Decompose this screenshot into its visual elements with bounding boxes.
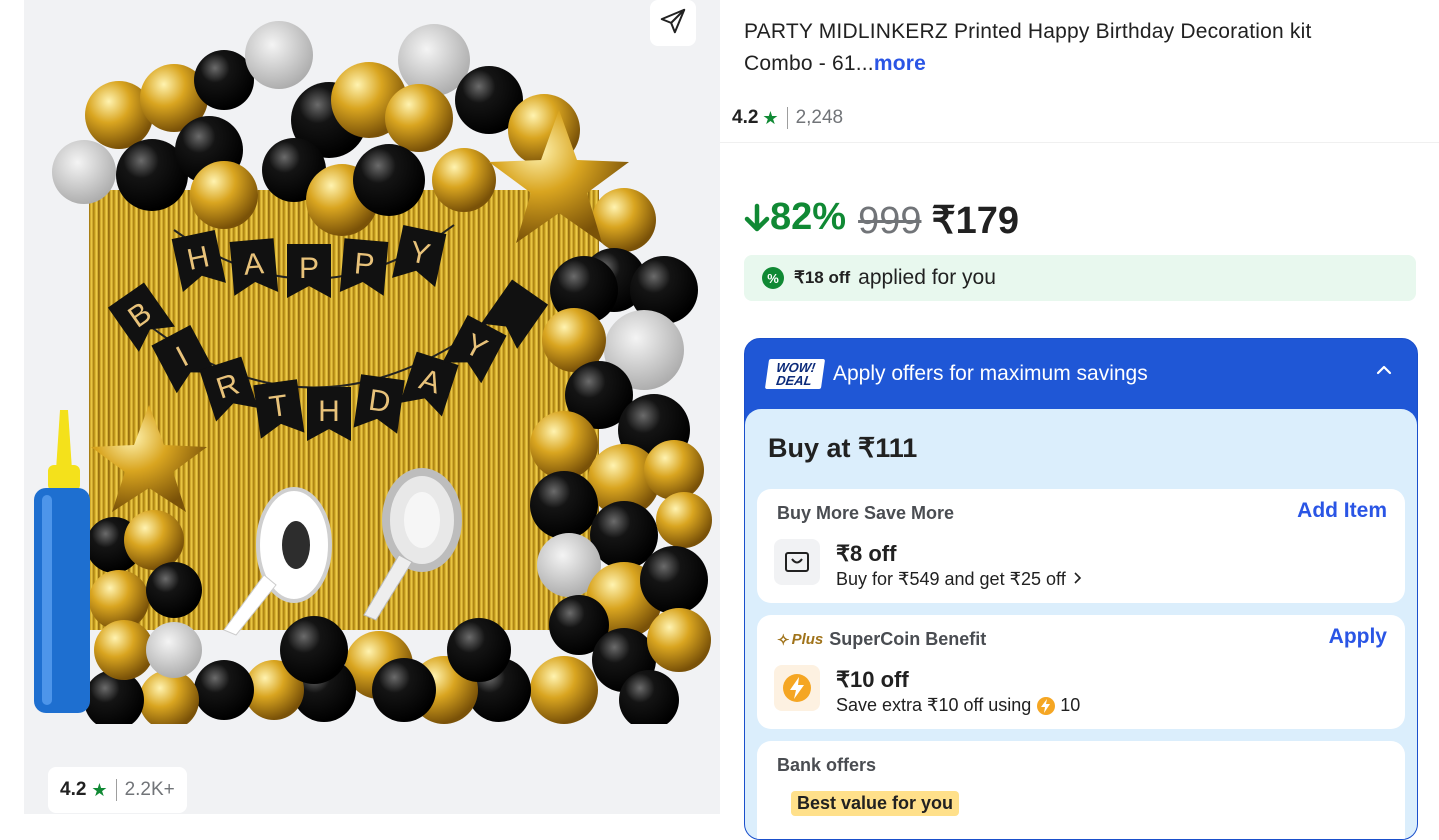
plus-badge: ✧ Plus	[777, 631, 823, 649]
discount-value: 82%	[770, 196, 847, 238]
offer-amount: ₹10 off	[836, 667, 909, 692]
product-details: PARTY MIDLINKERZ Printed Happy Birthday …	[720, 0, 1439, 840]
star-icon: ★	[762, 107, 779, 128]
balloon	[647, 608, 711, 672]
image-rating-badge[interactable]: 4.2 ★ 2.2K+	[48, 767, 187, 813]
balloon	[146, 622, 202, 678]
buy-at-price: Buy at ₹111	[768, 433, 918, 463]
offer-card-title-text: SuperCoin Benefit	[829, 629, 987, 649]
image-rating-count: 2.2K+	[124, 779, 175, 800]
balloon	[124, 510, 184, 570]
balloon	[644, 440, 704, 500]
arrow-down-icon	[744, 203, 770, 231]
rating-summary[interactable]: 4.2 ★ 2,248	[732, 104, 843, 132]
chevron-right-icon[interactable]	[1072, 569, 1082, 590]
balloon	[447, 618, 511, 682]
svg-text:P: P	[353, 247, 376, 282]
offer-card-bank[interactable]: Bank offers Best value for you	[757, 741, 1405, 839]
plus-badge-text: Plus	[791, 631, 824, 648]
svg-text:A: A	[242, 247, 265, 282]
share-icon	[658, 6, 688, 41]
share-button[interactable]	[650, 0, 696, 46]
balloon	[530, 411, 598, 479]
balloon	[146, 562, 202, 618]
more-link[interactable]: more	[874, 52, 926, 75]
offers-panel: WOW! DEAL Apply offers for maximum savin…	[744, 338, 1418, 840]
product-image[interactable]: H A P P YBIRT H DAY	[24, 0, 720, 724]
balloon	[353, 144, 425, 216]
offer-card-title: ✧ Plus SuperCoin Benefit	[777, 629, 986, 650]
star-icon: ★	[91, 779, 108, 800]
chevron-up-icon[interactable]	[1375, 361, 1393, 385]
product-gallery: HAPPYBIRTHDAY 4.2 ★ 2.2K+	[24, 0, 720, 814]
supercoin-icon	[774, 665, 820, 711]
svg-text:D: D	[366, 384, 392, 420]
plus-diamond-icon: ✧	[777, 631, 790, 649]
offer-card-supercoin[interactable]: ✧ Plus SuperCoin Benefit Apply ₹10 off Sa…	[757, 615, 1405, 729]
balloon	[530, 471, 598, 539]
balloon	[280, 616, 348, 684]
balloon	[656, 492, 712, 548]
balloon	[194, 660, 254, 720]
bag-icon	[774, 539, 820, 585]
offer-description-text: Buy for ₹549 and get ₹25 off	[836, 569, 1066, 589]
best-value-tag: Best value for you	[791, 791, 960, 816]
add-item-button[interactable]: Add Item	[1297, 499, 1387, 523]
balloon	[530, 656, 598, 724]
applied-amount: ₹18 off	[794, 268, 851, 287]
balloon	[432, 148, 496, 212]
divider	[115, 779, 117, 801]
offer-card-buy-more[interactable]: Buy More Save More Add Item ₹8 off Buy f…	[757, 489, 1405, 603]
price-block: 82% 999 ₹179	[744, 196, 1019, 243]
offers-header[interactable]: WOW! DEAL Apply offers for maximum savin…	[745, 339, 1417, 409]
apply-button[interactable]: Apply	[1329, 625, 1387, 649]
balloon	[190, 161, 258, 229]
offer-card-title: Buy More Save More	[777, 503, 955, 523]
image-rating-value: 4.2	[60, 779, 87, 800]
balloon	[640, 546, 708, 614]
applied-discount-banner: % ₹18 off applied for you	[744, 255, 1416, 301]
mrp-price: 999	[858, 199, 922, 242]
wow-deal-line2: DEAL	[775, 373, 813, 388]
offer-description-text: Save extra ₹10 off using	[836, 695, 1032, 715]
applied-text: applied for you	[858, 266, 996, 289]
rating-value: 4.2	[732, 107, 759, 128]
discount-percent: 82%	[744, 196, 846, 239]
balloon	[194, 50, 254, 110]
offer-amount: ₹8 off	[836, 541, 897, 566]
balloon	[385, 84, 453, 152]
balloon	[52, 140, 116, 204]
svg-text:H: H	[318, 395, 340, 428]
wow-deal-logo: WOW! DEAL	[764, 359, 826, 389]
svg-text:P: P	[299, 252, 319, 285]
percent-badge-icon: %	[762, 267, 784, 289]
offer-description: Buy for ₹549 and get ₹25 off	[836, 569, 1082, 590]
offers-body: Buy at ₹111 Buy More Save More Add Item …	[745, 409, 1417, 839]
section-divider	[720, 142, 1439, 143]
divider	[786, 107, 788, 129]
rating-count: 2,248	[795, 107, 844, 128]
balloon	[245, 21, 313, 89]
selling-price: ₹179	[931, 199, 1020, 242]
balloon	[372, 658, 436, 722]
offer-description: Save extra ₹10 off using 10	[836, 695, 1080, 716]
balloon	[94, 620, 154, 680]
product-title: PARTY MIDLINKERZ Printed Happy Birthday …	[744, 16, 1384, 80]
offer-card-title: Bank offers	[777, 755, 877, 775]
supercoin-coin-icon	[1036, 696, 1056, 716]
offers-header-text: Apply offers for maximum savings	[833, 362, 1148, 385]
product-title-text: PARTY MIDLINKERZ Printed Happy Birthday …	[744, 20, 1312, 75]
supercoin-count: 10	[1060, 695, 1081, 715]
